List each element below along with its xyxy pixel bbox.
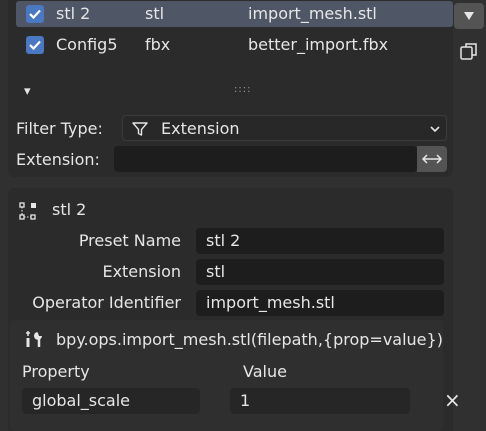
preset-list-panel: stl 2 stl import_mesh.stl Config5 fbx be… bbox=[8, 0, 453, 177]
tools-icon bbox=[26, 331, 42, 347]
operator-properties-box: bpy.ops.import_mesh.stl(filepath,{prop=v… bbox=[10, 320, 461, 431]
chevron-down-icon bbox=[430, 126, 440, 133]
checkmark-icon bbox=[29, 9, 41, 20]
triangle-down-icon bbox=[464, 12, 474, 20]
preset-name-label: Preset Name bbox=[78, 231, 181, 250]
filter-type-value: Extension bbox=[161, 119, 240, 138]
invert-filter-button[interactable] bbox=[417, 146, 447, 172]
row-extension: stl bbox=[145, 4, 165, 23]
duplicate-preset-button[interactable] bbox=[454, 38, 484, 64]
preset-node-icon bbox=[19, 202, 36, 220]
filter-type-label: Filter Type: bbox=[16, 119, 103, 138]
list-row-stl-2[interactable]: stl 2 stl import_mesh.stl bbox=[16, 1, 453, 27]
list-menu-button[interactable] bbox=[454, 3, 484, 29]
row-operator: import_mesh.stl bbox=[248, 4, 377, 23]
list-resize-handle[interactable]: :::: bbox=[234, 84, 251, 95]
extension-filter-input[interactable] bbox=[114, 146, 417, 172]
enabled-checkbox[interactable] bbox=[26, 36, 44, 54]
operator-call-signature: bpy.ops.import_mesh.stl(filepath,{prop=v… bbox=[56, 330, 443, 349]
filter-expand-toggle[interactable]: ▾ bbox=[24, 84, 31, 99]
operator-identifier-field[interactable]: import_mesh.stl bbox=[196, 290, 444, 316]
preset-name-field[interactable]: stl 2 bbox=[196, 228, 444, 254]
property-value-field[interactable]: 1 bbox=[230, 388, 410, 414]
value-column-header: Value bbox=[243, 362, 287, 381]
enabled-checkbox[interactable] bbox=[26, 5, 44, 23]
funnel-icon bbox=[132, 122, 148, 136]
filter-type-dropdown[interactable]: Extension bbox=[122, 115, 447, 141]
remove-property-button[interactable]: × bbox=[444, 389, 461, 411]
detail-title: stl 2 bbox=[52, 200, 87, 219]
list-row-config5[interactable]: Config5 fbx better_import.fbx bbox=[16, 32, 453, 58]
operator-identifier-label: Operator Identifier bbox=[32, 293, 181, 312]
row-name: Config5 bbox=[56, 35, 118, 54]
extension-label: Extension bbox=[102, 262, 181, 281]
checkmark-icon bbox=[29, 40, 41, 51]
swap-arrows-icon bbox=[421, 154, 443, 164]
property-column-header: Property bbox=[22, 362, 90, 381]
row-operator: better_import.fbx bbox=[248, 35, 389, 54]
extension-filter-label: Extension: bbox=[16, 150, 100, 169]
row-extension: fbx bbox=[145, 35, 171, 54]
extension-field[interactable]: stl bbox=[196, 259, 444, 285]
property-name-field[interactable]: global_scale bbox=[22, 388, 200, 414]
duplicate-icon bbox=[460, 43, 477, 60]
row-name: stl 2 bbox=[56, 4, 91, 23]
